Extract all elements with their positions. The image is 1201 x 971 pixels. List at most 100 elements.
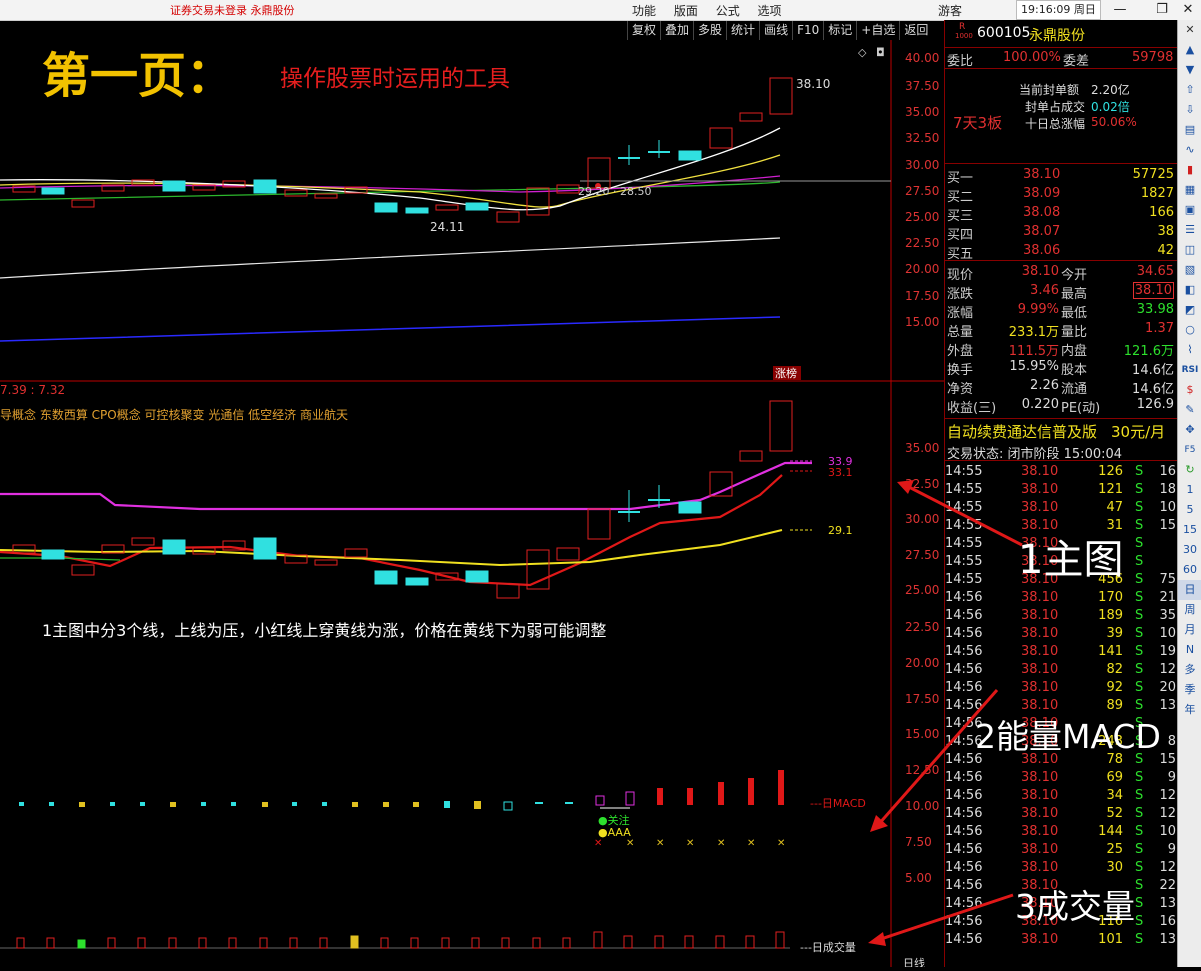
tick-price: 38.10 [1021, 806, 1059, 821]
f5-icon[interactable]: F5 [1178, 440, 1201, 460]
tick-volume: 47 [1106, 500, 1123, 515]
volume-bar [623, 935, 633, 949]
period-button[interactable]: 年 [1178, 700, 1201, 720]
chart-toolbar: 复权 叠加 多股 统计 画线 F10 标记 +自选 返回 [627, 21, 933, 40]
macd-bar [231, 802, 236, 806]
macd-bar [687, 788, 693, 805]
line-chart-icon[interactable]: ∿ [1178, 140, 1201, 160]
y-tick: 37.50 [905, 79, 939, 93]
toolbar-mark-button[interactable]: 标记 [823, 21, 857, 40]
f10-icon[interactable]: ▧ [1178, 260, 1201, 280]
signal-marker: ✕ [747, 838, 755, 849]
move-icon[interactable]: ✥ [1178, 420, 1201, 440]
menu-function[interactable]: 功能 [632, 4, 656, 18]
y-tick: 30.00 [905, 512, 939, 526]
tick-volume: 30 [1106, 860, 1123, 875]
menu-formula[interactable]: 公式 [716, 4, 740, 18]
fund-icon[interactable]: ▣ [1178, 200, 1201, 220]
kline-svg[interactable]: 第一页： 操作股票时运用的工具 ◇ ◘ 40.00 37.50 35.00 32… [0, 40, 944, 970]
toolbar-statistics-button[interactable]: 统计 [726, 21, 760, 40]
period-button[interactable]: 1 [1178, 480, 1201, 500]
toolbar-f10-button[interactable]: F10 [792, 21, 824, 40]
candle-up [314, 559, 338, 566]
pen-icon[interactable]: ✎ [1178, 400, 1201, 420]
period-button[interactable]: 日 [1178, 580, 1201, 600]
signal-marker: ✕ [594, 838, 602, 849]
tick-side: S [1135, 914, 1144, 929]
trade-status-row: 交易状态: 闭市阶段 15:00:04 [945, 442, 1178, 462]
toolbar-add-watchlist-button[interactable]: +自选 [856, 21, 900, 40]
toolbar-overlay-button[interactable]: 叠加 [660, 21, 694, 40]
period-button[interactable]: 周 [1178, 600, 1201, 620]
bid-row[interactable]: 买二 38.09 1827 [945, 185, 1178, 205]
bid-row[interactable]: 买一 38.10 57725 [945, 166, 1178, 186]
list-icon[interactable]: ☰ [1178, 220, 1201, 240]
toolbar-back-button[interactable]: 返回 [899, 21, 933, 40]
tick-count: 10 [1159, 824, 1176, 839]
toolbar-multi-stock-button[interactable]: 多股 [693, 21, 727, 40]
tick-price: 38.10 [1021, 482, 1059, 497]
up-arrow-icon[interactable]: ▲ [1178, 40, 1201, 60]
period-button[interactable]: N [1178, 640, 1201, 660]
diamond-icon[interactable]: ◇ [858, 46, 867, 59]
scroll-down-icon[interactable]: ⇩ [1178, 100, 1201, 120]
period-button[interactable]: 月 [1178, 620, 1201, 640]
bid-row[interactable]: 买五 38.06 42 [945, 242, 1178, 262]
bid-row[interactable]: 买三 38.08 166 [945, 204, 1178, 224]
bar-chart-icon[interactable]: ▮ [1178, 160, 1201, 180]
tick-time: 14:56 [945, 932, 983, 947]
tick-row: 14:56 38.10 82 S 12 [945, 661, 1178, 679]
tick-side: S [1135, 590, 1144, 605]
tick-time: 14:55 [945, 482, 983, 497]
trend-icon[interactable]: ⌇ [1178, 340, 1201, 360]
kline-icon[interactable]: ▤ [1178, 120, 1201, 140]
fiz-icon[interactable]: ◧ [1178, 280, 1201, 300]
kline-chart-area[interactable]: 第一页： 操作股票时运用的工具 ◇ ◘ 40.00 37.50 35.00 32… [0, 40, 944, 970]
circle-icon[interactable]: ○ [1178, 320, 1201, 340]
guest-label[interactable]: 游客 [938, 2, 962, 19]
candle-down [41, 187, 65, 195]
menu-layout[interactable]: 版面 [674, 4, 698, 18]
promo-text[interactable]: 自动续费通达信普及版 [947, 421, 1097, 442]
bid-label: 买二 [947, 190, 974, 205]
period-button[interactable]: 60 [1178, 560, 1201, 580]
toolbar-fuquan-button[interactable]: 复权 [627, 21, 661, 40]
rsi-icon[interactable]: RSI [1178, 360, 1201, 380]
calendar-icon[interactable]: ▦ [1178, 180, 1201, 200]
tick-price: 38.10 [1021, 590, 1059, 605]
bid-row[interactable]: 买四 38.07 38 [945, 223, 1178, 243]
tick-side: S [1135, 932, 1144, 947]
down-arrow-icon[interactable]: ▼ [1178, 60, 1201, 80]
refresh-icon[interactable]: ↻ [1178, 460, 1201, 480]
minimize-button[interactable]: — [1108, 0, 1132, 20]
scroll-up-icon[interactable]: ⇧ [1178, 80, 1201, 100]
promo-row[interactable]: 自动续费通达信普及版 30元/月 [945, 420, 1178, 442]
restore-button[interactable]: ❐ [1150, 0, 1174, 20]
menu-options[interactable]: 选项 [758, 4, 782, 18]
stock-code: 600105 [977, 25, 1031, 41]
tick-price: 38.10 [1021, 608, 1059, 623]
toolbar-draw-line-button[interactable]: 画线 [759, 21, 793, 40]
period-button[interactable]: 季 [1178, 680, 1201, 700]
money-icon[interactable]: $ [1178, 380, 1201, 400]
period-button[interactable]: 30 [1178, 540, 1201, 560]
stat-row: 外盘 111.5万 内盘 121.6万 [945, 339, 1178, 359]
finance-icon[interactable]: ◫ [1178, 240, 1201, 260]
graph-icon[interactable]: ◩ [1178, 300, 1201, 320]
promo-price[interactable]: 30元/月 [1111, 421, 1165, 442]
y-tick: 22.50 [905, 236, 939, 250]
tick-count: 12 [1159, 662, 1176, 677]
red-line [0, 474, 783, 587]
close-icon[interactable]: ✕ [1178, 20, 1201, 40]
volume-bar [501, 937, 510, 949]
period-button[interactable]: 15 [1178, 520, 1201, 540]
period-button[interactable]: 多 [1178, 660, 1201, 680]
limit-up-tag[interactable]: 涨榜 [775, 366, 797, 380]
tick-side: S [1135, 662, 1144, 677]
tick-side: S [1135, 626, 1144, 641]
close-button[interactable]: ✕ [1176, 0, 1200, 20]
bid-price: 38.06 [1023, 243, 1061, 258]
period-button[interactable]: 5 [1178, 500, 1201, 520]
tick-row: 14:56 38.10 144 S 10 [945, 823, 1178, 841]
toggle-icon[interactable]: ◘ [876, 46, 885, 59]
